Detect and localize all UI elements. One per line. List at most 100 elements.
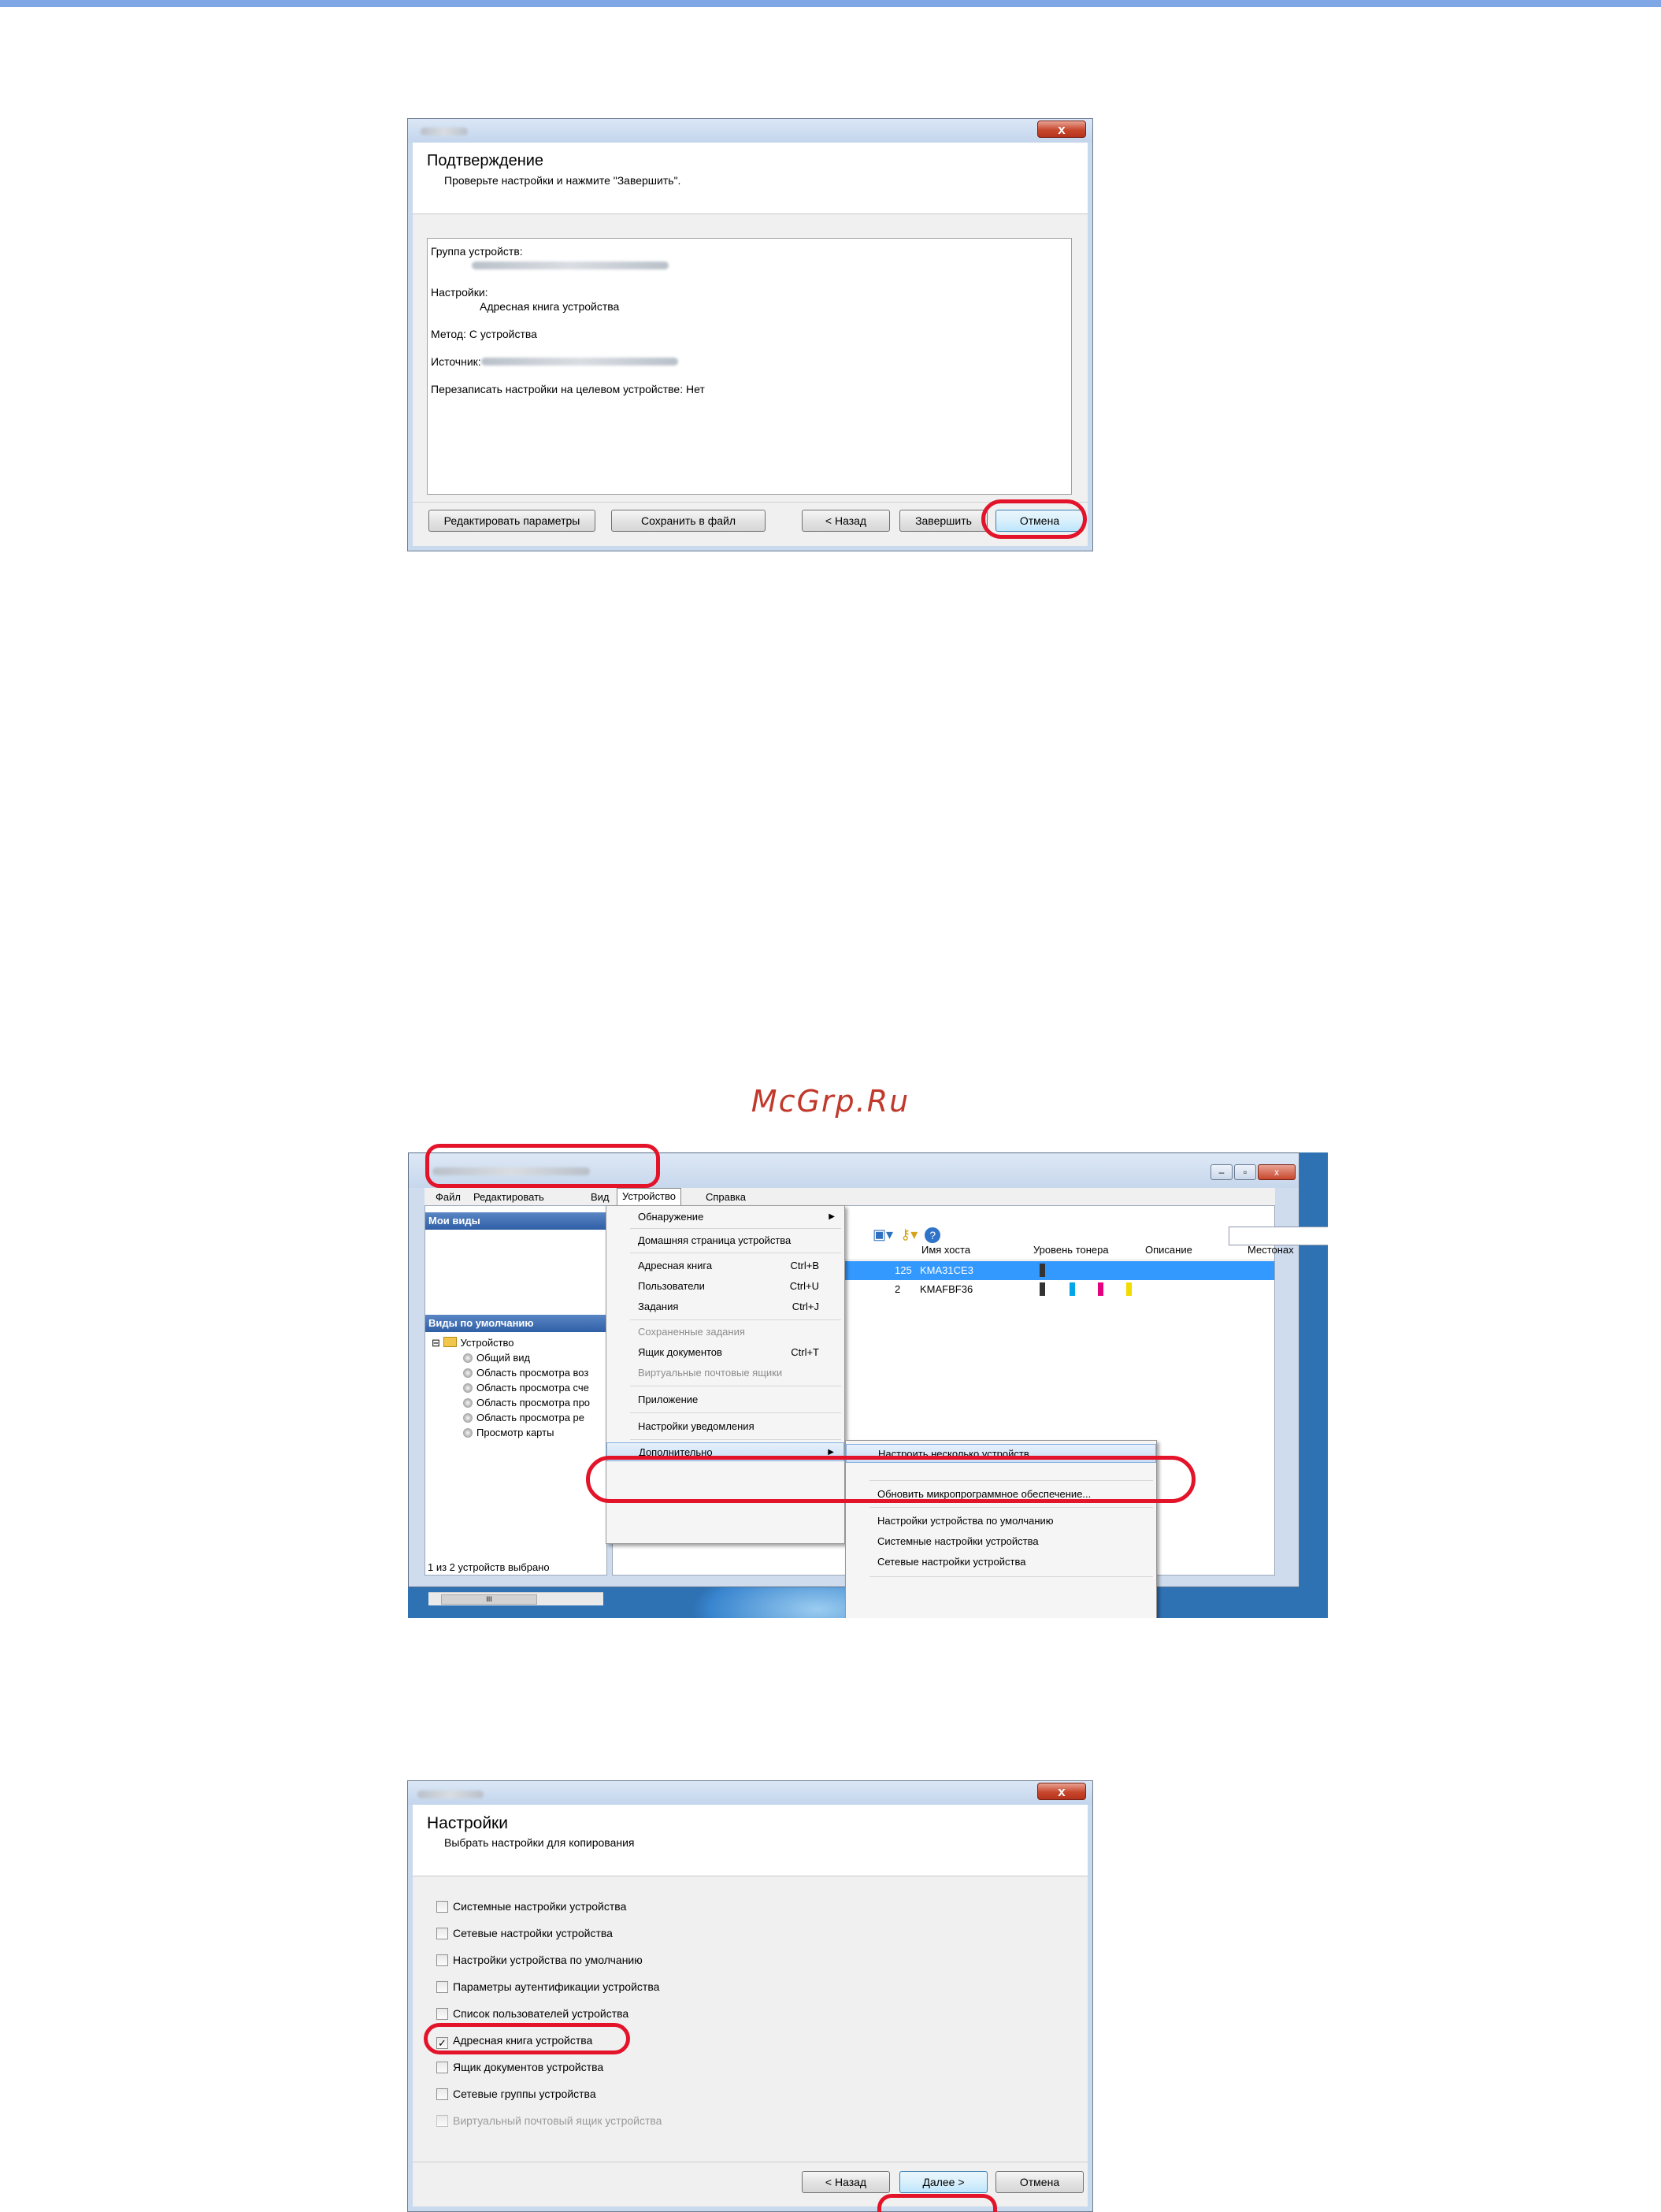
settings-summary-textbox[interactable]: Группа устройств: Настройки: Адресная кн… — [427, 238, 1072, 495]
option-system-settings[interactable]: Системные настройки устройства — [436, 1900, 626, 1913]
close-icon: x — [1058, 1784, 1066, 1799]
minimize-button[interactable]: – — [1211, 1164, 1233, 1180]
menu-help[interactable]: Справка — [706, 1191, 746, 1203]
key-icon[interactable]: ⚷▾ — [900, 1227, 918, 1242]
summary-settings-value: Адресная книга устройства — [480, 300, 620, 313]
tree-item[interactable]: Область просмотра про — [463, 1397, 590, 1408]
column-host[interactable]: Имя хоста — [921, 1244, 970, 1256]
checkbox[interactable] — [436, 1901, 448, 1913]
scroll-thumb[interactable]: III — [441, 1594, 537, 1605]
maximize-button[interactable]: ▫ — [1234, 1164, 1256, 1180]
net-viewer-titlebar[interactable]: – ▫ x — [409, 1153, 1299, 1188]
my-views-header[interactable]: Мои виды — [425, 1212, 606, 1230]
menu-item-system-settings[interactable]: Системные настройки устройства — [846, 1532, 1156, 1551]
edit-parameters-button[interactable]: Редактировать параметры — [428, 510, 595, 532]
menu-item-application[interactable]: Приложение — [606, 1390, 844, 1409]
default-views-header[interactable]: Виды по умолчанию — [425, 1315, 606, 1332]
menu-item-saved-jobs: Сохраненные задания — [606, 1323, 844, 1342]
checkbox-label: Виртуальный почтовый ящик устройства — [453, 2114, 662, 2127]
option-network-groups[interactable]: Сетевые группы устройства — [436, 2088, 596, 2100]
close-icon: x — [1274, 1167, 1279, 1178]
help-icon[interactable]: ? — [925, 1227, 941, 1243]
column-toner[interactable]: Уровень тонера — [1033, 1244, 1109, 1256]
next-button[interactable]: Далее > — [899, 2171, 988, 2193]
tree-root-device[interactable]: ⊟ Устройство — [432, 1337, 514, 1349]
menu-file[interactable]: Файл — [436, 1191, 461, 1203]
option-user-list[interactable]: Список пользователей устройства — [436, 2007, 628, 2020]
close-button[interactable]: x — [1037, 1783, 1086, 1800]
blurred-window-title — [421, 128, 468, 135]
option-network-settings[interactable]: Сетевые настройки устройства — [436, 1927, 613, 1939]
window-close-button[interactable]: x — [1258, 1164, 1296, 1180]
views-pane: Мои виды Виды по умолчанию ⊟ Устройство … — [425, 1205, 607, 1605]
tree-item-label: Область просмотра воз — [476, 1367, 589, 1379]
tree-item[interactable]: Общий вид — [463, 1352, 530, 1364]
close-button[interactable]: x — [1037, 121, 1086, 138]
menu-shortcut: Ctrl+B — [790, 1260, 819, 1271]
checkbox-checked[interactable]: ✓ — [436, 2037, 448, 2049]
option-default-settings[interactable]: Настройки устройства по умолчанию — [436, 1954, 643, 1966]
finish-button[interactable]: Завершить — [899, 510, 988, 532]
tree-item[interactable]: Область просмотра воз — [463, 1367, 588, 1379]
checkbox[interactable] — [436, 1981, 448, 1993]
menu-item-users[interactable]: Пользователи Ctrl+U — [606, 1277, 844, 1296]
menu-item-configure-multiple[interactable]: Настроить несколько устройств... — [846, 1444, 1156, 1463]
horizontal-scrollbar[interactable]: III — [428, 1592, 603, 1605]
toner-black — [1040, 1282, 1045, 1296]
menu-item-virtual-mailboxes: Виртуальные почтовые ящики — [606, 1364, 844, 1382]
checkbox[interactable] — [436, 2088, 448, 2100]
checkbox-label: Параметры аутентификации устройства — [453, 1980, 660, 1993]
collapse-icon[interactable]: ⊟ — [432, 1337, 443, 1349]
menu-edit[interactable]: Редактировать — [473, 1191, 544, 1203]
menu-item-document-box[interactable]: Ящик документов Ctrl+T — [606, 1343, 844, 1362]
menu-item-advanced[interactable]: Дополнительно ▶ — [606, 1442, 844, 1461]
menu-separator — [869, 1507, 1153, 1508]
settings-dialog: x Настройки Выбрать настройки для копиро… — [407, 1780, 1093, 2212]
back-button[interactable]: < Назад — [802, 510, 890, 532]
menu-item-discovery[interactable]: Обнаружение ▶ — [606, 1208, 844, 1227]
view-icon — [463, 1398, 473, 1408]
menu-view[interactable]: Вид — [591, 1191, 610, 1203]
toner-magenta — [1098, 1282, 1103, 1296]
settings-dialog-titlebar[interactable]: x — [408, 1781, 1092, 1805]
option-document-box[interactable]: Ящик документов устройства — [436, 2061, 603, 2073]
cancel-button[interactable]: Отмена — [995, 2171, 1084, 2193]
menu-item-notification-settings[interactable]: Настройки уведомления — [606, 1417, 844, 1436]
checkbox[interactable] — [436, 2062, 448, 2073]
menu-item-address-book[interactable]: Адресная книга Ctrl+B — [606, 1256, 844, 1275]
option-authentication-settings[interactable]: Параметры аутентификации устройства — [436, 1980, 659, 1993]
cancel-button[interactable]: Отмена — [995, 510, 1084, 532]
tree-item-label: Область просмотра сче — [476, 1382, 589, 1394]
summary-method: Метод: С устройства — [431, 328, 537, 340]
summary-settings-label: Настройки: — [431, 286, 488, 299]
back-button[interactable]: < Назад — [802, 2171, 890, 2193]
toolbar-icons: ▣▾ ⚷▾ ? — [873, 1227, 941, 1243]
menu-item-label: Обновить микропрограммное обеспечение... — [877, 1488, 1092, 1500]
menu-item-default-settings[interactable]: Настройки устройства по умолчанию — [846, 1512, 1156, 1531]
maximize-icon: ▫ — [1243, 1167, 1248, 1178]
tree-item[interactable]: Просмотр карты — [463, 1427, 554, 1438]
column-location[interactable]: Местонах — [1248, 1244, 1294, 1256]
menu-separator — [630, 1439, 841, 1440]
option-address-book[interactable]: ✓ Адресная книга устройства — [436, 2034, 592, 2049]
menu-item-label: Обнаружение — [638, 1211, 704, 1223]
menu-item-firmware-upgrade[interactable]: Обновить микропрограммное обеспечение... — [846, 1485, 1156, 1504]
checkbox[interactable] — [436, 1928, 448, 1939]
tree-item[interactable]: Область просмотра ре — [463, 1412, 584, 1423]
menu-item-network-settings[interactable]: Сетевые настройки устройства — [846, 1553, 1156, 1572]
confirm-dialog: x Подтверждение Проверьте настройки и на… — [407, 118, 1093, 551]
tree-item-label: Область просмотра про — [476, 1397, 591, 1408]
save-to-file-button[interactable]: Сохранить в файл — [611, 510, 766, 532]
checkbox[interactable] — [436, 1954, 448, 1966]
menu-device[interactable]: Устройство — [617, 1188, 682, 1206]
confirm-dialog-titlebar[interactable]: x — [408, 119, 1092, 143]
tree-item[interactable]: Область просмотра сче — [463, 1382, 589, 1394]
tree-root-label: Устройство — [460, 1337, 514, 1349]
column-description[interactable]: Описание — [1145, 1244, 1192, 1256]
menu-item-jobs[interactable]: Задания Ctrl+J — [606, 1297, 844, 1316]
menu-item-label: Настройки уведомления — [638, 1420, 754, 1432]
ip-cell: 2 — [895, 1283, 901, 1295]
checkbox[interactable] — [436, 2008, 448, 2020]
window-icon[interactable]: ▣▾ — [873, 1227, 893, 1242]
menu-item-home-page[interactable]: Домашняя страница устройства — [606, 1231, 844, 1250]
